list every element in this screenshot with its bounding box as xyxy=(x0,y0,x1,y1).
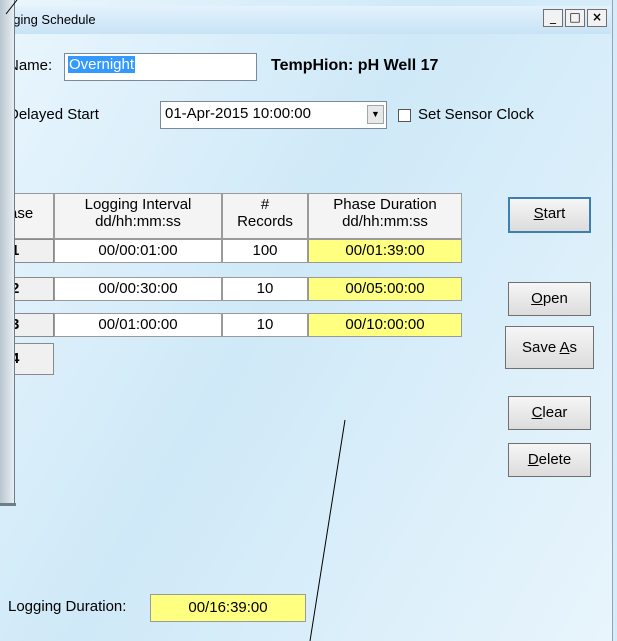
annotation-pointer xyxy=(5,0,346,641)
